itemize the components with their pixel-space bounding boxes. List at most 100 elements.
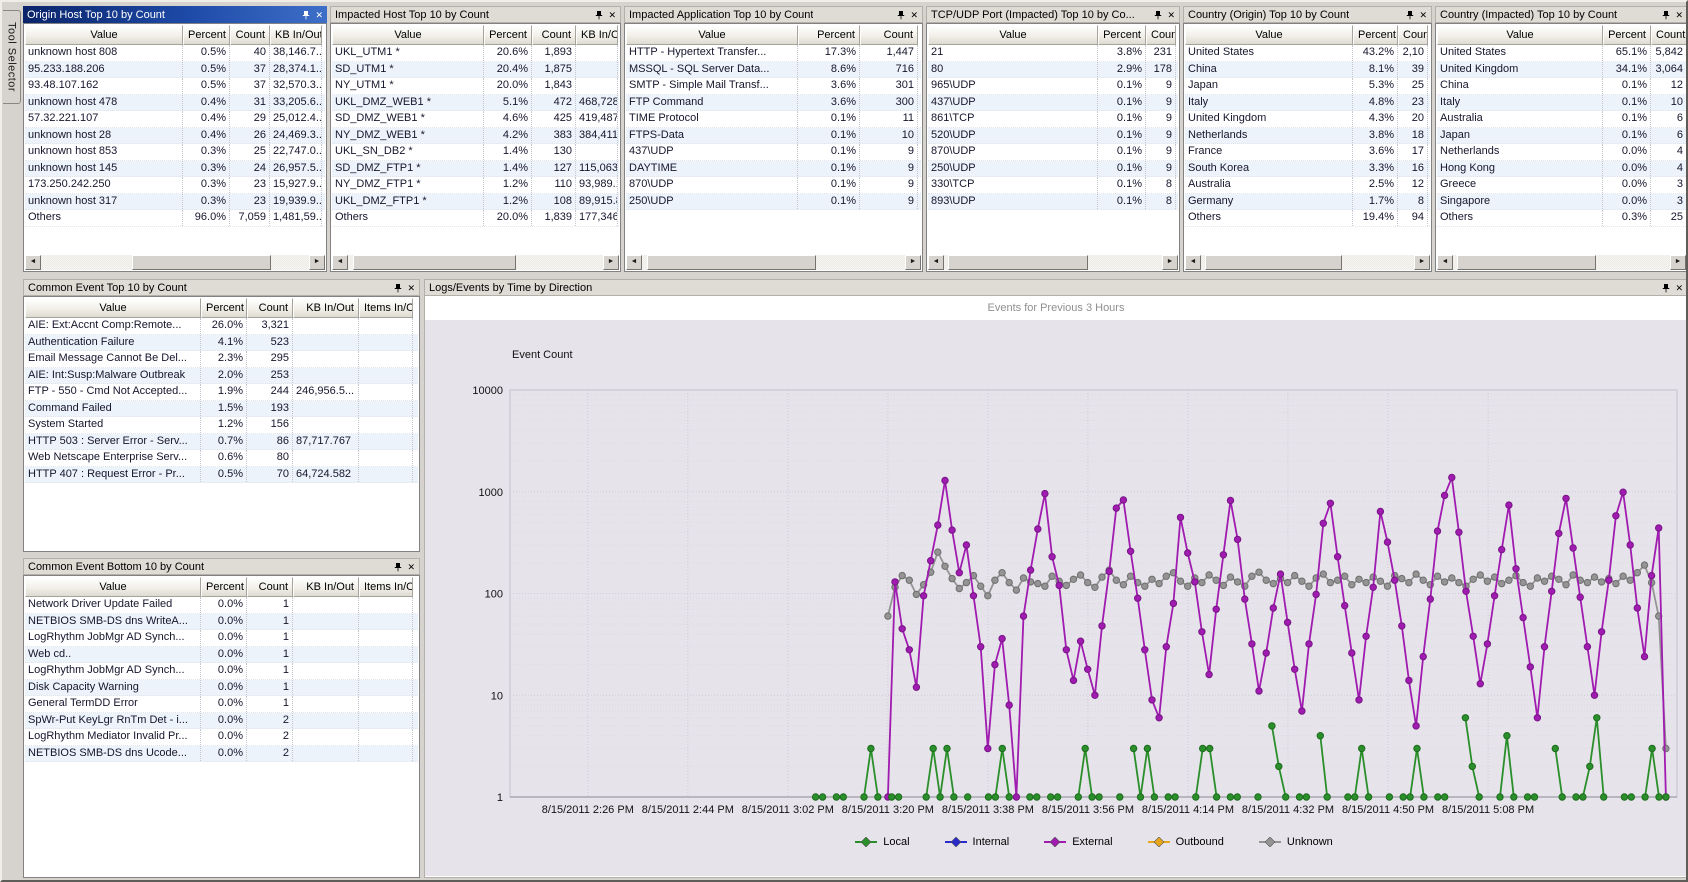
column-header-percent[interactable]: Percent [1353,25,1398,45]
column-header-value[interactable]: Value [25,577,201,597]
table-row[interactable]: Netherlands0.0%4 [1437,144,1686,161]
scroll-left-button[interactable]: ◄ [1437,255,1453,270]
legend-item-unknown[interactable]: Unknown [1258,836,1333,848]
table-row[interactable]: General TermDD Error0.0%1 [25,696,418,713]
table-row[interactable]: South Korea3.3%16 [1185,161,1430,178]
table-row[interactable]: NY_DMZ_FTP1 *1.2%11093,989.1... [332,177,619,194]
column-header-items-in-out[interactable]: Items In/Out [359,577,413,597]
table-row[interactable]: Email Message Cannot Be Del...2.3%295 [25,351,418,368]
table-row[interactable]: Web Netscape Enterprise Serv...0.6%80 [25,450,418,467]
panel-titlebar[interactable]: Origin Host Top 10 by Count✕ [23,6,327,23]
table-row[interactable]: NY_DMZ_WEB1 *4.2%383384,411... [332,128,619,145]
table-row[interactable]: unknown host 8080.5%4038,146.7... [25,45,325,62]
table-row[interactable]: United States65.1%5,842 [1437,45,1686,62]
column-header-percent[interactable]: Percent [798,25,860,45]
table-row[interactable]: NETBIOS SMB-DS dns Ucode...0.0%2 [25,746,418,763]
table-row[interactable]: Disk Capacity Warning0.0%1 [25,680,418,697]
table-row[interactable]: Italy0.1%10 [1437,95,1686,112]
horizontal-scrollbar[interactable]: ◄► [626,255,921,270]
table-row[interactable]: Italy4.8%23 [1185,95,1430,112]
close-icon[interactable]: ✕ [1419,10,1427,20]
table-row[interactable]: Network Driver Update Failed0.0%1 [25,597,418,614]
horizontal-scrollbar[interactable]: ◄► [1185,255,1430,270]
scroll-left-button[interactable]: ◄ [25,255,41,270]
table-row[interactable]: AIE: Ext:Accnt Comp:Remote...26.0%3,321 [25,318,418,335]
table-row[interactable]: Japan0.1%6 [1437,128,1686,145]
table-row[interactable]: FTP - 550 - Cmd Not Accepted...1.9%24424… [25,384,418,401]
pin-icon[interactable] [393,283,403,293]
table-row[interactable]: 965\UDP0.1%9 [928,78,1178,95]
table-row[interactable]: LogRhythm JobMgr AD Synch...0.0%1 [25,630,418,647]
scrollbar-track[interactable] [1453,255,1670,270]
scrollbar-thumb[interactable] [1457,255,1596,270]
column-header-percent[interactable]: Percent [1603,25,1651,45]
scrollbar-track[interactable] [944,255,1162,270]
panel-titlebar[interactable]: Common Event Bottom 10 by Count✕ [23,558,420,575]
legend-item-external[interactable]: External [1043,836,1112,848]
scroll-left-button[interactable]: ◄ [1185,255,1201,270]
table-row[interactable]: 93.48.107.1620.5%3732,570.3... [25,78,325,95]
table-row[interactable]: Singapore0.0%3 [1437,194,1686,211]
table-row[interactable]: 213.8%231 [928,45,1178,62]
scroll-right-button[interactable]: ► [1162,255,1178,270]
table-row[interactable]: unknown host 280.4%2624,469.3... [25,128,325,145]
table-row[interactable]: 250\UDP0.1%9 [928,161,1178,178]
table-row[interactable]: Germany1.7%8 [1185,194,1430,211]
table-row[interactable]: Australia2.5%12 [1185,177,1430,194]
column-header-value[interactable]: Value [1437,25,1603,45]
scrollbar-thumb[interactable] [353,255,516,270]
scrollbar-track[interactable] [348,255,603,270]
tool-selector-tab[interactable]: Tool Selector [3,10,21,104]
column-header-value[interactable]: Value [1185,25,1353,45]
table-row[interactable]: unknown host 1450.3%2426,957.5... [25,161,325,178]
table-row[interactable]: System Started1.2%156 [25,417,418,434]
horizontal-scrollbar[interactable]: ◄► [928,255,1178,270]
table-row[interactable]: FTP Command3.6%300 [626,95,921,112]
column-header-value[interactable]: Value [626,25,798,45]
scroll-left-button[interactable]: ◄ [928,255,944,270]
pin-icon[interactable] [1661,283,1671,293]
close-icon[interactable]: ✕ [1675,10,1683,20]
column-header-count[interactable]: Count [532,25,576,45]
scrollbar-thumb[interactable] [647,255,815,270]
table-row[interactable]: HTTP 503 : Server Error - Serv...0.7%868… [25,434,418,451]
table-row[interactable]: Web cd..0.0%1 [25,647,418,664]
scrollbar-track[interactable] [1201,255,1414,270]
table-row[interactable]: Others0.3%25 [1437,210,1686,227]
table-row[interactable]: SMTP - Simple Mail Transf...3.6%301 [626,78,921,95]
table-row[interactable]: UKL_SN_DB2 *1.4%130 [332,144,619,161]
table-row[interactable]: 57.32.221.1070.4%2925,012.4... [25,111,325,128]
pin-icon[interactable] [301,10,311,20]
close-icon[interactable]: ✕ [910,10,918,20]
table-row[interactable]: MSSQL - SQL Server Data...8.6%716 [626,62,921,79]
column-header-count[interactable]: Count [860,25,918,45]
scroll-right-button[interactable]: ► [1670,255,1686,270]
table-row[interactable]: HTTP - Hypertext Transfer...17.3%1,447 [626,45,921,62]
scrollbar-track[interactable] [642,255,905,270]
scroll-right-button[interactable]: ► [603,255,619,270]
table-row[interactable]: United Kingdom4.3%20 [1185,111,1430,128]
column-header-count[interactable]: Count [247,577,293,597]
close-icon[interactable]: ✕ [608,10,616,20]
table-row[interactable]: 893\UDP0.1%8 [928,194,1178,211]
horizontal-scrollbar[interactable]: ◄► [25,255,325,270]
table-row[interactable]: SD_UTM1 *20.4%1,875 [332,62,619,79]
table-row[interactable]: 330\TCP0.1%8 [928,177,1178,194]
table-row[interactable]: China0.1%12 [1437,78,1686,95]
horizontal-scrollbar[interactable]: ◄► [1437,255,1686,270]
panel-titlebar[interactable]: Common Event Top 10 by Count✕ [23,279,420,296]
column-header-count[interactable]: Count [230,25,270,45]
table-row[interactable]: NY_UTM1 *20.0%1,843 [332,78,619,95]
pin-icon[interactable] [896,10,906,20]
legend-item-outbound[interactable]: Outbound [1147,836,1224,848]
column-header-percent[interactable]: Percent [201,577,247,597]
table-row[interactable]: 870\UDP0.1%9 [928,144,1178,161]
panel-titlebar[interactable]: Impacted Application Top 10 by Count✕ [624,6,923,23]
table-row[interactable]: 861\TCP0.1%9 [928,111,1178,128]
table-row[interactable]: United States43.2%2,10 [1185,45,1430,62]
column-header-percent[interactable]: Percent [201,298,247,318]
scrollbar-thumb[interactable] [1205,255,1341,270]
close-icon[interactable]: ✕ [407,562,415,572]
panel-titlebar[interactable]: Impacted Host Top 10 by Count✕ [330,6,621,23]
table-row[interactable]: unknown host 8530.3%2522,747.0... [25,144,325,161]
